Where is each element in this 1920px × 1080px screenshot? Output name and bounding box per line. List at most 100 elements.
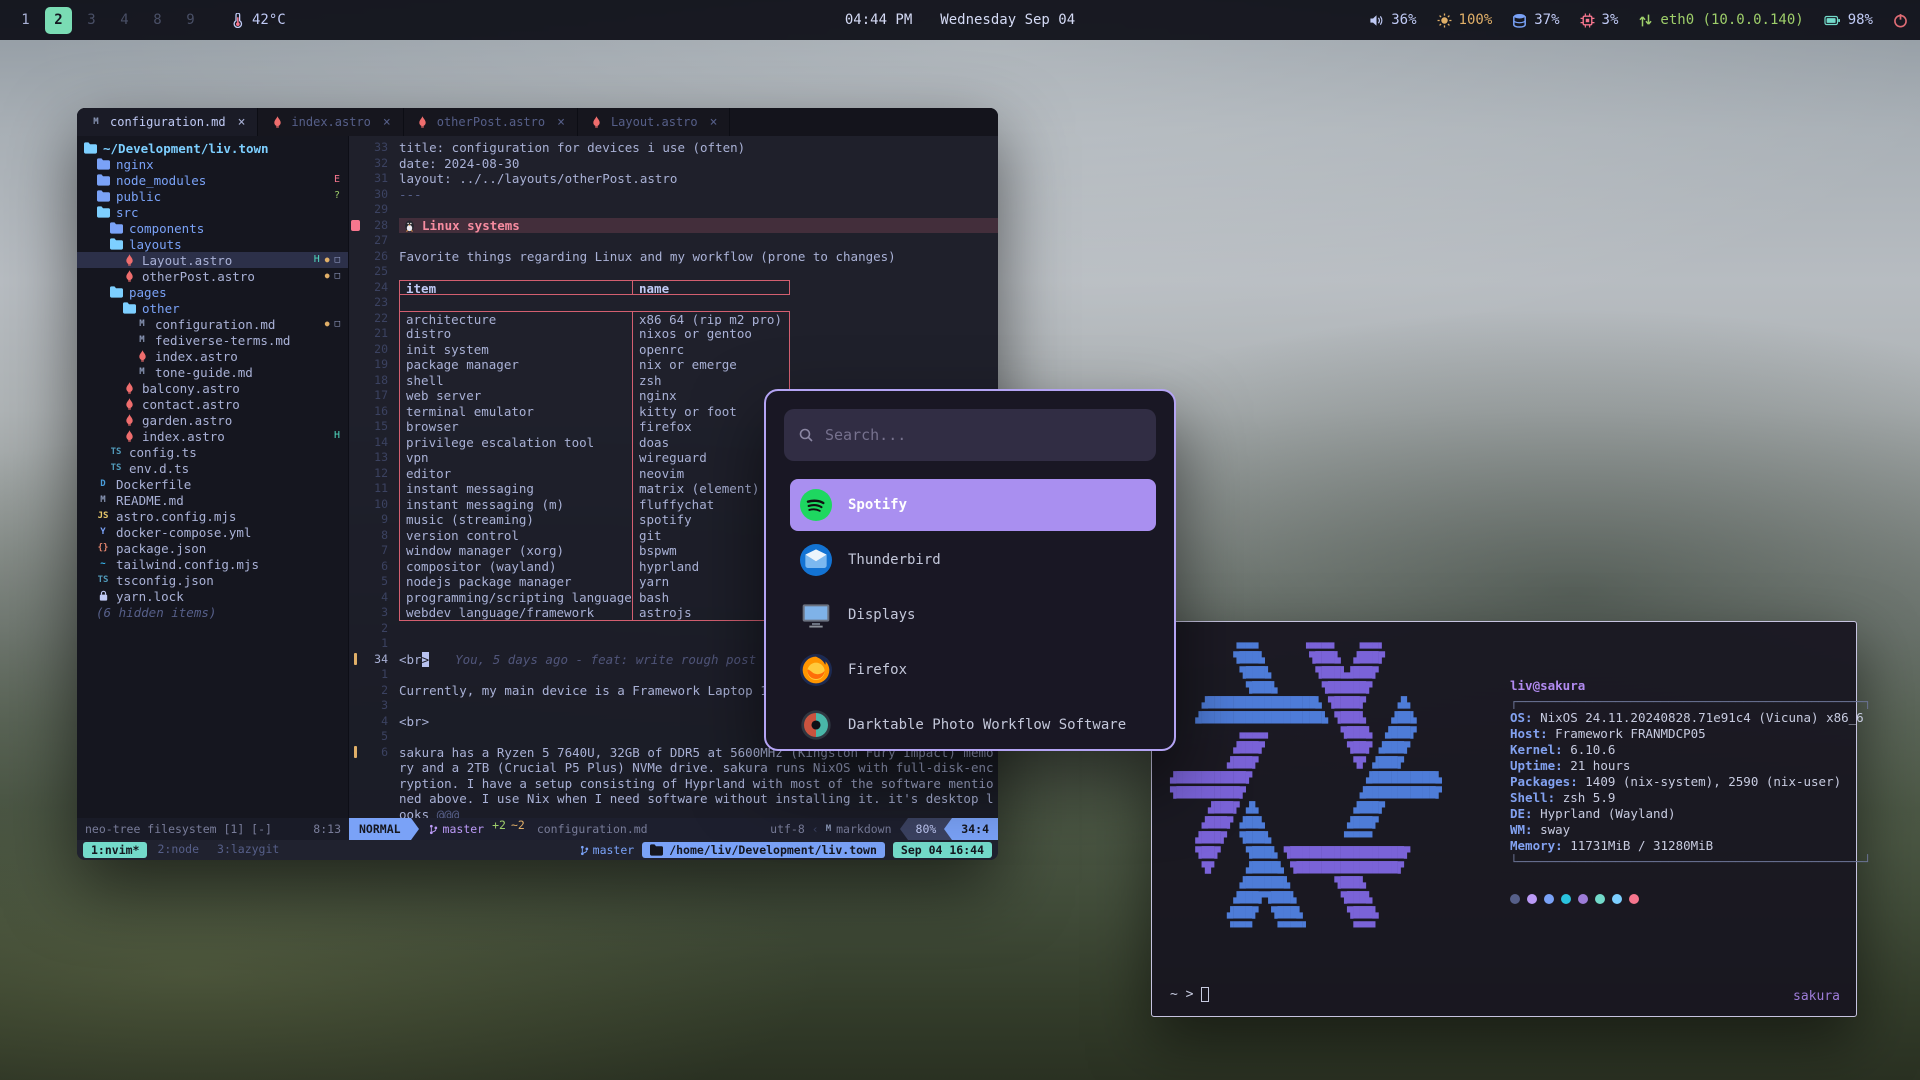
editor-tab[interactable]: Mconfiguration.md× (77, 108, 258, 136)
shell-prompt[interactable]: ~ > (1170, 987, 1209, 1002)
editor-tab[interactable]: index.astro× (258, 108, 403, 136)
tree-item[interactable]: TStsconfig.json (77, 572, 348, 588)
launcher-entry-darktable[interactable]: Darktable Photo Workflow Software (790, 699, 1156, 751)
tmux-window[interactable]: 1:nvim* (83, 842, 147, 858)
brightness-module[interactable]: 100% (1437, 12, 1493, 28)
buffer-line[interactable]: 21distronixos or gentoo (349, 326, 998, 342)
tree-item[interactable]: MREADME.md (77, 492, 348, 508)
buffer-line[interactable]: 6sakura has a Ryzen 5 7640U, 32GB of DDR… (349, 745, 998, 819)
buffer-line[interactable]: 19package managernix or emerge (349, 357, 998, 373)
statusline: neo-tree filesystem [1] [-] 8:13 NORMAL … (77, 818, 998, 840)
workspace-button-8[interactable]: 8 (144, 7, 171, 34)
tree-item[interactable]: Ydocker-compose.yml (77, 524, 348, 540)
search-input[interactable] (825, 426, 1142, 444)
tree-item[interactable]: index.astro (77, 348, 348, 364)
launcher-entry-displays[interactable]: Displays (790, 589, 1156, 641)
tree-item[interactable]: otherPost.astro●□ (77, 268, 348, 284)
tmux-window[interactable]: 3:lazygit (209, 842, 287, 858)
buffer-line[interactable]: 22architecturex86_64 (rip m2 pro) (349, 311, 998, 327)
tree-item[interactable]: components (77, 220, 348, 236)
tree-item[interactable]: node_modulesE (77, 172, 348, 188)
close-tab-icon[interactable]: × (557, 115, 565, 130)
launcher-entry-thunderbird[interactable]: Thunderbird (790, 534, 1156, 586)
tree-item[interactable]: balcony.astro (77, 380, 348, 396)
tree-item[interactable]: index.astroH (77, 428, 348, 444)
tree-root[interactable]: ~/Development/liv.town (77, 140, 348, 156)
folder-icon (96, 206, 110, 218)
folder-open-icon (83, 142, 97, 154)
filetype-indicator: Mmarkdown (826, 822, 892, 836)
line-number: 31 (362, 171, 388, 187)
thermometer-icon (230, 13, 245, 28)
tree-item[interactable]: layouts (77, 236, 348, 252)
tree-item[interactable]: Layout.astroH●□ (77, 252, 348, 268)
buffer-line[interactable]: 32date: 2024-08-30 (349, 156, 998, 172)
tree-item[interactable]: (6 hidden items) (77, 604, 348, 620)
tree-item[interactable]: yarn.lock (77, 588, 348, 604)
close-tab-icon[interactable]: × (383, 115, 391, 130)
buffer-line[interactable]: 30--- (349, 187, 998, 203)
launcher-entry-firefox[interactable]: Firefox (790, 644, 1156, 696)
buffer-line[interactable]: 31layout: ../../layouts/otherPost.astro (349, 171, 998, 187)
buffer-line[interactable]: 23 (349, 295, 998, 311)
workspace-button-2[interactable]: 2 (45, 7, 72, 34)
tree-item[interactable]: {}package.json (77, 540, 348, 556)
tree-item-badge: ? (334, 191, 340, 201)
launcher-entry-spotify[interactable]: Spotify (790, 479, 1156, 531)
tree-item[interactable]: pages (77, 284, 348, 300)
tree-item[interactable]: garden.astro (77, 412, 348, 428)
clock-date: Wednesday Sep 04 (940, 12, 1075, 28)
tree-item[interactable]: Mconfiguration.md●□ (77, 316, 348, 332)
buffer-line[interactable]: 26Favorite things regarding Linux and my… (349, 249, 998, 265)
network-module[interactable]: eth0 (10.0.0.140) (1638, 12, 1803, 28)
branch-icon (580, 845, 589, 856)
battery-module[interactable]: 98% (1824, 12, 1873, 28)
tree-item-name: index.astro (155, 349, 238, 364)
buffer-line[interactable]: 18shellzsh (349, 373, 998, 389)
buffer-line[interactable]: 25 (349, 264, 998, 280)
line-number: 18 (362, 373, 388, 389)
editor-tab[interactable]: Layout.astro× (578, 108, 731, 136)
tree-item[interactable]: other (77, 300, 348, 316)
tree-item[interactable]: contact.astro (77, 396, 348, 412)
launcher-search[interactable] (784, 409, 1156, 461)
close-tab-icon[interactable]: × (238, 115, 246, 130)
buffer-line[interactable]: 27 (349, 233, 998, 249)
workspace-button-4[interactable]: 4 (111, 7, 138, 34)
buffer-line[interactable]: 29 (349, 202, 998, 218)
cpu-module[interactable]: 3% (1580, 12, 1619, 28)
power-button[interactable] (1893, 13, 1908, 28)
editor-tab[interactable]: otherPost.astro× (404, 108, 578, 136)
tree-item[interactable]: src (77, 204, 348, 220)
astro-file-icon (122, 270, 136, 282)
buffer-line[interactable]: 24itemname (349, 280, 998, 296)
tree-item[interactable]: nginx (77, 156, 348, 172)
line-text: Favorite things regarding Linux and my w… (399, 249, 998, 265)
tree-item[interactable]: TSenv.d.ts (77, 460, 348, 476)
tree-item[interactable]: Mfediverse-terms.md (77, 332, 348, 348)
clock-time: 04:44 PM (845, 12, 912, 28)
disk-module[interactable]: 37% (1512, 12, 1559, 28)
line-text: title: configuration for devices i use (… (399, 140, 998, 156)
line-number: 1 (362, 667, 388, 683)
buffer-line[interactable]: 28Linux systems (349, 218, 998, 234)
close-tab-icon[interactable]: × (710, 115, 718, 130)
tmux-window[interactable]: 2:node (149, 842, 207, 858)
buffer-line[interactable]: 33title: configuration for devices i use… (349, 140, 998, 156)
tree-item[interactable]: public? (77, 188, 348, 204)
workspace-button-1[interactable]: 1 (12, 7, 39, 34)
volume-module[interactable]: 36% (1369, 12, 1416, 28)
tree-item[interactable]: DDockerfile (77, 476, 348, 492)
temperature-module[interactable]: 42°C (230, 12, 286, 28)
fastfetch-terminal[interactable]: ▗▄▄▄ ▗▄▄▄▄ ▄▄▄▖ ▜███▙ ▜███▙ ▟███▛ ▜███▙ … (1151, 621, 1857, 1017)
tree-item[interactable]: ~tailwind.config.mjs (77, 556, 348, 572)
workspace-button-3[interactable]: 3 (78, 7, 105, 34)
clock[interactable]: 04:44 PM Wednesday Sep 04 (845, 12, 1075, 28)
tree-item-name: (6 hidden items) (96, 605, 216, 620)
tree-item[interactable]: JSastro.config.mjs (77, 508, 348, 524)
buffer-line[interactable]: 20init systemopenrc (349, 342, 998, 358)
tree-item[interactable]: TSconfig.ts (77, 444, 348, 460)
workspace-button-9[interactable]: 9 (177, 7, 204, 34)
line-number: 4 (362, 714, 388, 730)
tree-item[interactable]: Mtone-guide.md (77, 364, 348, 380)
